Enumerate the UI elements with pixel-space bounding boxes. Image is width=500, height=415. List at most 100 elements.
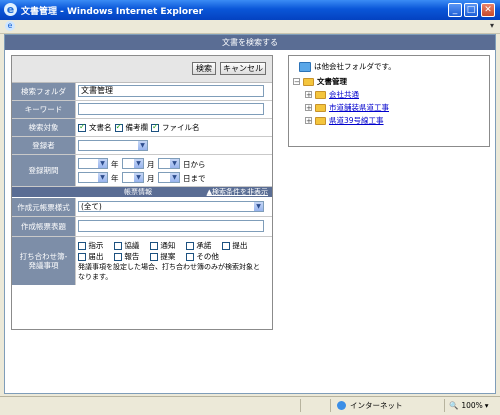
doc-name-checkbox[interactable]: [78, 122, 86, 132]
remarks-checkbox[interactable]: [114, 122, 123, 132]
chevron-down-icon: ▼: [98, 173, 107, 182]
zoom-level: 100%: [461, 401, 483, 410]
folder-icon: [315, 90, 326, 99]
report-title-input[interactable]: [78, 220, 264, 232]
page-title: 文書を検索する: [5, 35, 495, 50]
report-title-row: 作成帳票表題: [12, 217, 272, 237]
consultation-checkbox[interactable]: [114, 242, 122, 250]
period-label: 登録期間: [12, 155, 76, 186]
search-folder-label: 検索フォルダ: [12, 83, 76, 100]
chevron-down-icon[interactable]: ▾: [485, 401, 489, 410]
to-day-select[interactable]: ▼: [158, 172, 180, 183]
report-section-header: 帳票情報 ▲検索条件を非表示: [12, 187, 272, 197]
from-day-select[interactable]: ▼: [158, 158, 180, 169]
registrant-row: 登録者 ▼: [12, 137, 272, 155]
report-option: 報告: [124, 252, 140, 261]
search-target-row: 検索対象 文書名 備考欄 ファイル名: [12, 119, 272, 137]
chevron-down-icon: ▼: [98, 159, 107, 168]
file-name-option: ファイル名: [162, 123, 200, 132]
search-folder-field[interactable]: 文書管理: [78, 85, 264, 97]
tree-item-company-common[interactable]: + 会社共通: [305, 89, 359, 100]
file-name-checkbox[interactable]: [151, 122, 159, 132]
to-month-select[interactable]: ▼: [122, 172, 144, 183]
page-content: 文書を検索する 検索 キャンセル 検索フォルダ 文書管理 キーワード 検索対象 …: [4, 34, 496, 394]
globe-icon: [337, 401, 346, 410]
form-button-bar: 検索 キャンセル: [12, 56, 272, 83]
other-option: その他: [196, 252, 219, 261]
folder-tree: は他会社フォルダです。 − 文書管理 + 会社共通 + 市道舗装県道工事 + 県…: [288, 55, 490, 147]
submission-checkbox[interactable]: [222, 242, 230, 250]
search-target-label: 検索対象: [12, 119, 76, 136]
tree-root-label: 文書管理: [317, 77, 347, 86]
folder-open-icon: [303, 77, 314, 86]
notice-checkbox[interactable]: [150, 242, 158, 250]
chevron-down-icon: ▼: [254, 202, 263, 211]
folder-icon: [315, 103, 326, 112]
instruction-checkbox[interactable]: [78, 242, 86, 250]
chevron-down-icon: ▼: [170, 173, 179, 182]
report-title-label: 作成帳票表題: [12, 217, 76, 236]
zoom-control[interactable]: 🔍 100% ▾: [444, 399, 496, 412]
chevron-down-icon[interactable]: ▾: [490, 21, 494, 30]
approval-checkbox[interactable]: [186, 242, 194, 250]
from-month-select[interactable]: ▼: [122, 158, 144, 169]
chevron-down-icon: ▼: [138, 141, 147, 150]
page-icon: e: [5, 21, 15, 31]
search-button[interactable]: 検索: [192, 62, 216, 75]
chevron-down-icon: ▼: [134, 159, 143, 168]
from-suffix: 日から: [183, 160, 206, 169]
to-suffix: 日まで: [183, 174, 206, 183]
other-checkbox[interactable]: [186, 253, 194, 261]
address-bar: e ▾: [0, 20, 500, 34]
remarks-option: 備考欄: [125, 123, 149, 132]
other-company-folder-icon: [299, 61, 311, 72]
status-bar: インターネット 🔍 100% ▾: [0, 396, 500, 415]
period-row: 登録期間 ▼ 年 ▼ 月 ▼ 日から ▼ 年 ▼ 月 ▼ 日まで: [12, 155, 272, 187]
keyword-row: キーワード: [12, 101, 272, 119]
to-year-select[interactable]: ▼: [78, 172, 108, 183]
window-titlebar: e 文書管理 - Windows Internet Explorer _ □ ✕: [0, 0, 500, 20]
report-format-select[interactable]: (全て) ▼: [78, 201, 264, 212]
report-format-row: 作成元帳票様式 (全て) ▼: [12, 198, 272, 217]
registrant-select[interactable]: ▼: [78, 140, 148, 151]
proposal-option: 提案: [160, 252, 176, 261]
hide-conditions-link[interactable]: ▲検索条件を非表示: [207, 187, 268, 197]
to-month-unit: 月: [147, 174, 155, 183]
cancel-button[interactable]: キャンセル: [220, 62, 266, 75]
approval-option: 承諾: [196, 241, 212, 250]
notification-option: 届出: [88, 252, 104, 261]
tree-item-route39[interactable]: + 県道39号線工事: [305, 115, 384, 126]
tree-item-label[interactable]: 会社共通: [329, 89, 359, 100]
report-section-title: 帳票情報: [124, 188, 152, 196]
tree-item-label[interactable]: 市道舗装県道工事: [329, 102, 389, 113]
from-year-select[interactable]: ▼: [78, 158, 108, 169]
folder-icon: [315, 116, 326, 125]
collapse-icon[interactable]: −: [293, 78, 300, 86]
tree-legend-text: は他会社フォルダです。: [314, 62, 396, 71]
notification-checkbox[interactable]: [78, 253, 86, 261]
submission-option: 提出: [232, 241, 248, 250]
keyword-label: キーワード: [12, 101, 76, 118]
chevron-down-icon: ▼: [170, 159, 179, 168]
close-button[interactable]: ✕: [481, 3, 495, 17]
search-folder-row: 検索フォルダ 文書管理: [12, 83, 272, 101]
to-year-unit: 年: [111, 174, 119, 183]
minimize-button[interactable]: _: [448, 3, 462, 17]
expand-icon[interactable]: +: [305, 104, 312, 112]
notice-option: 通知: [160, 241, 176, 250]
magnifier-icon: 🔍: [449, 401, 459, 410]
keyword-input[interactable]: [78, 103, 264, 115]
tree-item-city-road[interactable]: + 市道舗装県道工事: [305, 102, 389, 113]
expand-icon[interactable]: +: [305, 117, 312, 125]
tree-root[interactable]: − 文書管理: [293, 76, 347, 87]
meeting-note: 発議事項を設定した場合、打ち合わせ簿のみが検索対象となります。: [78, 263, 260, 281]
expand-icon[interactable]: +: [305, 91, 312, 99]
proposal-checkbox[interactable]: [150, 253, 158, 261]
report-checkbox[interactable]: [114, 253, 122, 261]
maximize-button[interactable]: □: [464, 3, 478, 17]
internet-explorer-icon: e: [4, 3, 17, 16]
meeting-label: 打ち合わせ簿- 発議事項: [12, 237, 76, 285]
window-title: 文書管理 - Windows Internet Explorer: [21, 7, 204, 17]
consultation-option: 協議: [124, 241, 140, 250]
tree-item-label[interactable]: 県道39号線工事: [329, 115, 384, 126]
